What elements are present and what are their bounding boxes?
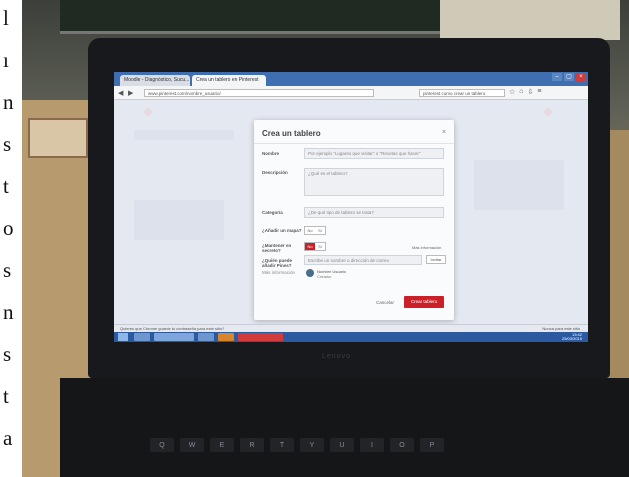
taskbar-clock: 13:42 25/03/2015: [562, 333, 582, 341]
keyboard-row: Q W E R T Y U I O P: [150, 438, 444, 452]
search-input[interactable]: pinterest como crear un tablero: [419, 89, 505, 97]
wall-poster: [440, 0, 620, 40]
infobar-never-button[interactable]: Nunca para este sitio: [542, 326, 580, 331]
maximize-button[interactable]: ▢: [564, 73, 574, 81]
password-infobar: Quieres que Chrome guarde tu contraseña …: [114, 324, 588, 332]
side-letter: n: [3, 90, 14, 114]
category-select[interactable]: ¿De qué tipo de tablero se trata?: [304, 207, 444, 218]
side-letter: t: [3, 174, 9, 198]
windows-taskbar: 13:42 25/03/2015: [114, 332, 588, 342]
browser-toolbar: ◀ ▶ www.pinterest.com/nombre_usuario/ pi…: [114, 86, 588, 100]
taskbar-firefox-icon[interactable]: [218, 333, 234, 341]
key-y: Y: [300, 438, 324, 452]
laptop-keyboard: Q W E R T Y U I O P: [60, 378, 629, 477]
create-board-dialog: Crea un tablero × Nombre Por ejemplo "Lu…: [254, 120, 454, 320]
secret-label: ¿Mantener en secreto?: [262, 243, 292, 253]
toggle-yes: Sí: [318, 244, 322, 249]
board-name-input[interactable]: Por ejemplo "Lugares que visitar" o "Rec…: [304, 148, 444, 159]
back-arrow-icon[interactable]: ◀: [118, 89, 123, 97]
home-icon[interactable]: ⌂: [519, 88, 523, 96]
divider: [254, 143, 454, 144]
laptop-brand: Lenovo: [322, 353, 351, 360]
key-w: W: [180, 438, 204, 452]
key-q: Q: [150, 438, 174, 452]
collab-label: ¿Quién puede añadir Pines?: [262, 258, 293, 268]
map-toggle[interactable]: No Sí: [304, 226, 326, 235]
blackboard: [60, 0, 440, 34]
tab-moodle[interactable]: Moodle - Diagnóstico, Sucu...: [120, 75, 190, 86]
key-u: U: [330, 438, 354, 452]
side-letter: t: [3, 384, 9, 408]
book-stack: [28, 118, 88, 158]
secret-toggle[interactable]: No Sí: [304, 242, 326, 251]
key-r: R: [240, 438, 264, 452]
key-t: T: [270, 438, 294, 452]
cancel-button[interactable]: Cancelar: [376, 300, 394, 305]
browser-titlebar: Moodle - Diagnóstico, Sucu... Crea un ta…: [114, 72, 588, 86]
taskbar-explorer-icon[interactable]: [134, 333, 150, 341]
laptop-screen: Moodle - Diagnóstico, Sucu... Crea un ta…: [114, 72, 588, 342]
map-label: ¿Añadir un mapa?: [262, 228, 302, 233]
create-board-button[interactable]: Crear tablero: [404, 296, 444, 308]
collaborator-role: Creador: [317, 274, 332, 279]
key-e: E: [210, 438, 234, 452]
side-letter: l: [3, 6, 9, 30]
key-i: I: [360, 438, 384, 452]
avatar: [306, 269, 314, 277]
dialog-title: Crea un tablero: [262, 129, 321, 138]
minimize-button[interactable]: –: [552, 73, 562, 81]
forward-arrow-icon[interactable]: ▶: [128, 89, 133, 97]
invite-button[interactable]: Invitar: [426, 255, 446, 264]
collab-more-link[interactable]: Más información: [262, 270, 302, 275]
address-bar[interactable]: www.pinterest.com/nombre_usuario/: [144, 89, 374, 97]
side-letter: a: [3, 426, 13, 450]
photo-scene: l ı n s t o s n s t a Lenovo Moodle - Di…: [0, 0, 629, 477]
side-letter: s: [3, 342, 12, 366]
description-textarea[interactable]: ¿Qué es el tablero?: [304, 168, 444, 196]
menu-icon[interactable]: ≡: [537, 88, 541, 96]
start-button-icon[interactable]: [118, 333, 128, 341]
side-letter: s: [3, 132, 12, 156]
window-controls: – ▢ ×: [552, 73, 586, 81]
infobar-message: Quieres que Chrome guarde tu contraseña …: [120, 326, 225, 331]
taskbar-chrome-icon[interactable]: [154, 333, 194, 341]
more-info-link[interactable]: Más información: [412, 245, 441, 250]
toggle-no: No: [307, 228, 313, 233]
clock-date: 25/03/2015: [561, 336, 582, 341]
key-p: P: [420, 438, 444, 452]
side-letter: n: [3, 300, 14, 324]
description-label: Descripción: [262, 170, 288, 175]
tab-pinterest[interactable]: Crea un tablero en Pinterest: [192, 75, 266, 86]
category-label: Categoría: [262, 210, 283, 215]
taskbar-app-icon[interactable]: [238, 333, 283, 341]
key-o: O: [390, 438, 414, 452]
toolbar-icons: ☆ ⌂ ⇩ ≡: [509, 88, 541, 96]
toggle-yes: Sí: [318, 228, 322, 233]
close-window-button[interactable]: ×: [576, 73, 586, 81]
side-letter: s: [3, 258, 12, 282]
collaborator-input[interactable]: Escribe un nombre o dirección de correo: [304, 255, 422, 265]
download-icon[interactable]: ⇩: [528, 88, 534, 96]
side-letter: ı: [3, 48, 9, 72]
side-letter: o: [3, 216, 14, 240]
toggle-no: No: [305, 243, 315, 250]
close-icon[interactable]: ×: [442, 129, 446, 136]
star-icon[interactable]: ☆: [509, 88, 515, 96]
taskbar-folder-icon[interactable]: [198, 333, 214, 341]
pinterest-page: Crea un tablero × Nombre Por ejemplo "Lu…: [114, 100, 588, 324]
name-label: Nombre: [262, 151, 280, 156]
side-text-column: l ı n s t o s n s t a: [0, 0, 22, 477]
